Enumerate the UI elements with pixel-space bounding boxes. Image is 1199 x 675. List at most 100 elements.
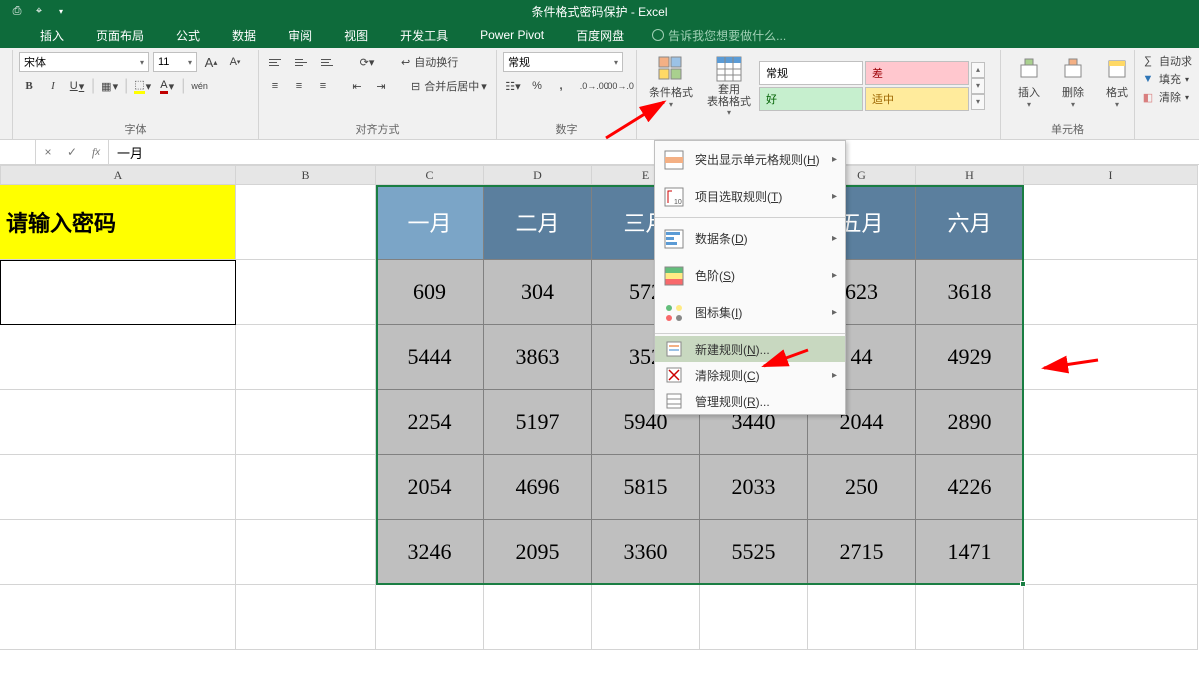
format-cells-button[interactable]: 格式▾	[1095, 52, 1139, 111]
merge-center-button[interactable]: ⊟合并后居中▾	[409, 76, 489, 96]
col-header-D[interactable]: D	[484, 165, 592, 185]
tab-data[interactable]: 数据	[218, 23, 270, 48]
increase-indent-icon[interactable]: ⇥	[371, 76, 391, 96]
cell[interactable]	[236, 585, 376, 650]
align-right-icon[interactable]: ≡	[313, 76, 333, 96]
cf-color-scales[interactable]: 色阶(S) ▸	[655, 257, 845, 294]
tab-formulas[interactable]: 公式	[162, 23, 214, 48]
cell[interactable]	[1024, 520, 1198, 585]
tell-me[interactable]: 告诉我您想要做什么...	[652, 27, 786, 44]
col-header-I[interactable]: I	[1024, 165, 1198, 185]
cell[interactable]	[1024, 585, 1198, 650]
cell[interactable]	[0, 455, 236, 520]
cell[interactable]	[376, 585, 484, 650]
orientation-button[interactable]: ⟳▾	[357, 52, 377, 72]
wrap-text-button[interactable]: ↩自动换行	[399, 52, 460, 72]
data-header-cell[interactable]: 六月	[916, 185, 1024, 260]
cancel-formula-icon[interactable]: ×	[36, 140, 60, 164]
tab-power-pivot[interactable]: Power Pivot	[466, 24, 558, 46]
cell[interactable]: 3618	[916, 260, 1024, 325]
cell[interactable]: 5815	[592, 455, 700, 520]
spreadsheet-grid[interactable]: ABCDEFGHI 请输入密码一月二月三月四月五月六月6093045726233…	[0, 165, 1199, 675]
cell[interactable]: 5197	[484, 390, 592, 455]
enter-formula-icon[interactable]: ✓	[60, 140, 84, 164]
cell[interactable]: 4929	[916, 325, 1024, 390]
format-as-table-button[interactable]: 套用 表格格式▾	[701, 52, 757, 119]
cf-manage-rules[interactable]: 管理规则(R)...	[655, 388, 845, 414]
cell[interactable]: 5444	[376, 325, 484, 390]
cf-data-bars[interactable]: 数据条(D) ▸	[655, 220, 845, 257]
cf-top-bottom-rules[interactable]: 10 项目选取规则(T) ▸	[655, 178, 845, 215]
cell[interactable]: 5525	[700, 520, 808, 585]
decrease-indent-icon[interactable]: ⇤	[347, 76, 367, 96]
quick-access-icon[interactable]: ⎙	[10, 4, 24, 18]
conditional-format-button[interactable]: 条件格式▾	[643, 52, 699, 119]
cell[interactable]	[1024, 325, 1198, 390]
cell[interactable]	[236, 520, 376, 585]
cf-new-rule[interactable]: 新建规则(N)...	[655, 336, 845, 362]
clear-button[interactable]: ◧清除▾	[1141, 88, 1192, 106]
phonetic-button[interactable]: wén	[189, 76, 210, 96]
gallery-up-icon[interactable]: ▴	[971, 62, 985, 78]
align-top-icon[interactable]	[265, 52, 287, 72]
fill-color-button[interactable]: ⬚▾	[132, 76, 153, 96]
font-size-combo[interactable]: 11▾	[153, 52, 197, 72]
cell[interactable]	[1024, 455, 1198, 520]
font-name-combo[interactable]: 宋体▾	[19, 52, 149, 72]
tab-baidu[interactable]: 百度网盘	[562, 23, 638, 48]
font-color-button[interactable]: A▾	[157, 76, 177, 96]
cell[interactable]: 2890	[916, 390, 1024, 455]
col-header-C[interactable]: C	[376, 165, 484, 185]
cell[interactable]	[0, 520, 236, 585]
increase-font-icon[interactable]: A▴	[201, 52, 221, 72]
tab-insert[interactable]: 插入	[26, 23, 78, 48]
cell[interactable]: 2054	[376, 455, 484, 520]
tab-developer[interactable]: 开发工具	[386, 23, 462, 48]
comma-button[interactable]: ,	[551, 76, 571, 96]
cf-icon-sets[interactable]: 图标集(I) ▸	[655, 294, 845, 331]
cell[interactable]	[592, 585, 700, 650]
increase-decimal-icon[interactable]: .0→.00	[584, 76, 605, 96]
cf-highlight-rules[interactable]: 突出显示单元格规则(H) ▸	[655, 141, 845, 178]
style-neutral[interactable]: 适中	[865, 87, 969, 111]
cell-styles-gallery[interactable]: 常规 差 好 适中	[759, 61, 969, 111]
cell[interactable]: 3246	[376, 520, 484, 585]
cell[interactable]	[236, 260, 376, 325]
cell[interactable]: 3360	[592, 520, 700, 585]
number-format-combo[interactable]: 常规▾	[503, 52, 623, 72]
camera-icon[interactable]: ⌖	[32, 4, 46, 18]
style-bad[interactable]: 差	[865, 61, 969, 85]
col-header-B[interactable]: B	[236, 165, 376, 185]
cell[interactable]: 1471	[916, 520, 1024, 585]
cell[interactable]: 3863	[484, 325, 592, 390]
cell[interactable]: 2033	[700, 455, 808, 520]
cell[interactable]	[236, 455, 376, 520]
cell[interactable]	[236, 185, 376, 260]
cell[interactable]	[0, 585, 236, 650]
cell[interactable]: 2254	[376, 390, 484, 455]
border-button[interactable]: ▦▾	[99, 76, 120, 96]
autosum-button[interactable]: ∑自动求	[1141, 52, 1192, 70]
cell[interactable]: 2095	[484, 520, 592, 585]
tab-review[interactable]: 审阅	[274, 23, 326, 48]
delete-cells-button[interactable]: 删除▾	[1051, 52, 1095, 111]
decrease-font-icon[interactable]: A▾	[225, 52, 245, 72]
gallery-more-icon[interactable]: ▾	[971, 94, 985, 110]
password-prompt-cell[interactable]: 请输入密码	[0, 185, 236, 260]
fill-button[interactable]: ▼填充▾	[1141, 70, 1192, 88]
cell[interactable]	[1024, 260, 1198, 325]
col-header-H[interactable]: H	[916, 165, 1024, 185]
cell[interactable]: 2715	[808, 520, 916, 585]
data-header-cell[interactable]: 一月	[376, 185, 484, 260]
cell[interactable]	[236, 325, 376, 390]
cell[interactable]: 304	[484, 260, 592, 325]
cell[interactable]: 4696	[484, 455, 592, 520]
style-good[interactable]: 好	[759, 87, 863, 111]
align-left-icon[interactable]: ≡	[265, 76, 285, 96]
underline-button[interactable]: U▾	[67, 76, 87, 96]
italic-button[interactable]: I	[43, 76, 63, 96]
cf-clear-rules[interactable]: 清除规则(C) ▸	[655, 362, 845, 388]
accounting-format-button[interactable]: ☷▾	[503, 76, 523, 96]
cell[interactable]	[0, 325, 236, 390]
insert-cells-button[interactable]: 插入▾	[1007, 52, 1051, 111]
